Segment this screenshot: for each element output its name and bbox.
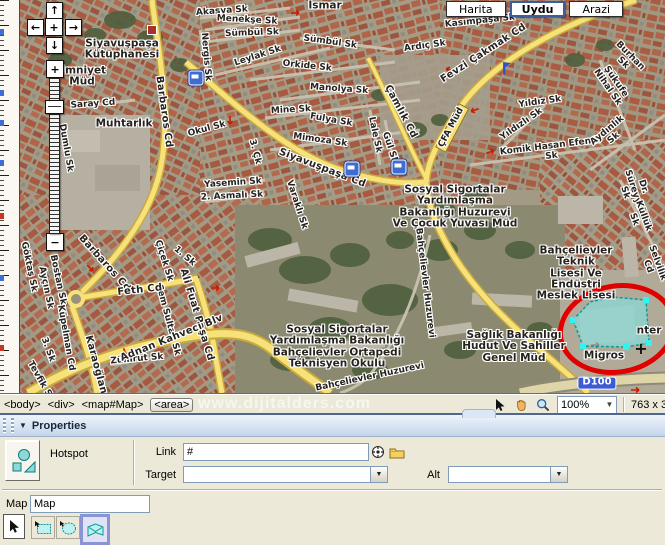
oval-hotspot-icon bbox=[59, 520, 76, 534]
panel-title: Properties bbox=[31, 419, 87, 432]
ruler-mark bbox=[0, 345, 4, 351]
collapse-triangle-icon[interactable]: ▼ bbox=[19, 421, 27, 430]
gmap-button-zoom-in[interactable]: + bbox=[46, 60, 64, 78]
hotspot-icon-button[interactable] bbox=[5, 440, 40, 481]
gmap-button-pan-down[interactable]: ↓ bbox=[46, 37, 63, 54]
ruler-ticks-big bbox=[0, 0, 9, 393]
oval-hotspot-tool[interactable] bbox=[56, 516, 80, 539]
gmap-button-zoom-out[interactable]: − bbox=[46, 233, 64, 251]
satellite-map bbox=[20, 0, 665, 393]
map-type-button-active[interactable]: Uydu bbox=[509, 1, 566, 17]
tag-selector: <body> <div> <map#Map> <area> bbox=[0, 397, 194, 412]
chevron-down-icon: ▼ bbox=[370, 467, 387, 482]
zoom-tool-icon[interactable] bbox=[535, 397, 551, 412]
separator bbox=[623, 397, 625, 412]
tag-selector-item[interactable]: <body> bbox=[4, 399, 41, 411]
properties-panel-header[interactable]: ▼ Properties bbox=[0, 409, 665, 437]
ruler-mark bbox=[0, 275, 4, 281]
link-label: Link bbox=[155, 446, 176, 458]
vertical-ruler bbox=[0, 0, 20, 393]
polygon-hotspot-tool[interactable] bbox=[80, 514, 110, 545]
magnification-select[interactable]: 100% ▼ bbox=[557, 395, 617, 414]
map-name-input[interactable] bbox=[30, 495, 150, 513]
rectangle-hotspot-icon bbox=[34, 520, 51, 534]
gmap-button-pan-up[interactable]: ↑ bbox=[46, 2, 63, 19]
polygon-hotspot-icon bbox=[87, 522, 103, 537]
point-to-file-icon[interactable] bbox=[371, 445, 385, 462]
status-bar: <body> <div> <map#Map> <area> 100% ▼ 763 x 3 bbox=[0, 394, 665, 414]
link-input[interactable] bbox=[183, 443, 369, 461]
divider bbox=[133, 440, 135, 485]
rectangle-hotspot-tool[interactable] bbox=[31, 516, 55, 539]
dreamweaver-window: Akasya Sk Menekşe Sk Sümbül Sk Sümbül Sk Kas… bbox=[0, 0, 665, 545]
gmap-button-pan-right[interactable]: → bbox=[65, 19, 82, 36]
gmap-button-pan-center[interactable]: + bbox=[45, 18, 63, 36]
ruler-mark bbox=[0, 213, 4, 219]
gmap-button-pan-left[interactable]: ← bbox=[27, 19, 44, 36]
element-type-label: Hotspot bbox=[50, 448, 88, 460]
map-type-button[interactable]: Arazi bbox=[569, 1, 624, 17]
pointer-hotspot-tool[interactable] bbox=[3, 514, 25, 539]
chevron-down-icon: ▼ bbox=[550, 467, 567, 482]
tag-selector-item-selected[interactable]: <area> bbox=[150, 397, 194, 412]
alt-select[interactable]: ▼ bbox=[448, 466, 568, 483]
target-select[interactable]: ▼ bbox=[183, 466, 388, 483]
hand-tool-icon[interactable] bbox=[513, 397, 529, 412]
tag-selector-item[interactable]: <div> bbox=[48, 399, 75, 411]
divider bbox=[2, 489, 662, 491]
map-name-label: Map bbox=[6, 498, 28, 510]
hotspot-shapes-icon bbox=[12, 448, 35, 472]
ruler-mark bbox=[0, 90, 4, 96]
zoom-slider-thumb[interactable] bbox=[45, 100, 64, 114]
panel-gripper[interactable] bbox=[11, 418, 14, 433]
ruler-mark bbox=[0, 29, 4, 35]
target-label: Target bbox=[145, 469, 176, 481]
document-canvas: Akasya Sk Menekşe Sk Sümbül Sk Sümbül Sk Kas… bbox=[0, 0, 665, 394]
ruler-mark bbox=[0, 160, 4, 166]
panel-collapse-tab[interactable] bbox=[462, 409, 496, 418]
map-type-button[interactable]: Harita bbox=[446, 1, 506, 17]
alt-label: Alt bbox=[427, 469, 440, 481]
status-bar-tools: 100% ▼ 763 x 3 bbox=[491, 395, 665, 414]
map-viewport[interactable]: Akasya Sk Menekşe Sk Sümbül Sk Sümbül Sk Kas… bbox=[20, 0, 665, 393]
browse-folder-icon[interactable] bbox=[389, 446, 405, 462]
panel-gripper[interactable] bbox=[3, 418, 6, 433]
ruler-mark bbox=[0, 120, 4, 126]
pointer-arrow-icon bbox=[10, 520, 19, 533]
tag-selector-item[interactable]: <map#Map> bbox=[82, 399, 144, 411]
chevron-down-icon: ▼ bbox=[605, 400, 614, 409]
window-size-value[interactable]: 763 x 3 bbox=[631, 399, 665, 411]
properties-panel: Hotspot Link Target ▼ Alt ▼ Map bbox=[0, 437, 665, 545]
